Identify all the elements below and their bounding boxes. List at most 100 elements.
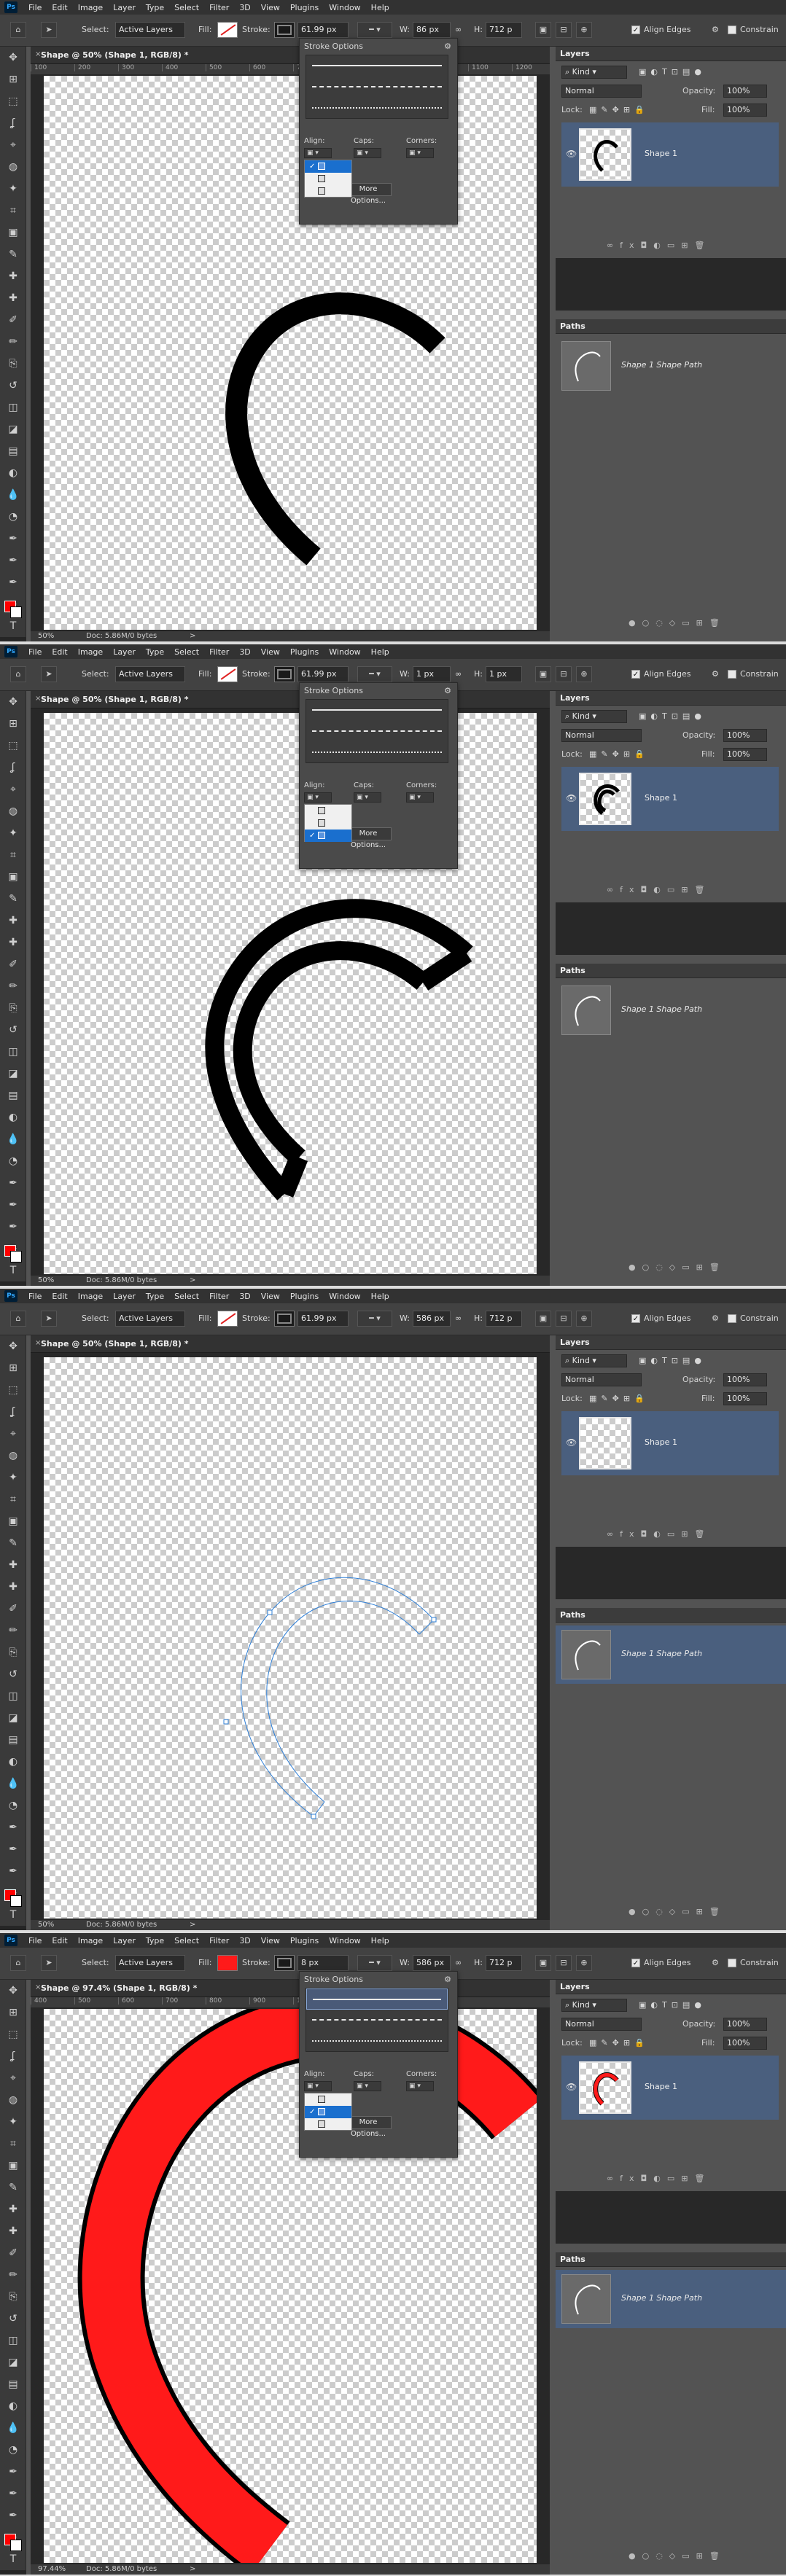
text-tool-icon[interactable]: T bbox=[0, 2548, 26, 2570]
eyedropper-tool-icon[interactable]: ✎ bbox=[0, 2177, 26, 2198]
bg-eraser-tool-icon[interactable]: ◪ bbox=[0, 1707, 26, 1729]
layer-filter-kind[interactable]: ⌕ Kind ▾ bbox=[561, 66, 627, 79]
stroke-type-dropdown[interactable]: ━ ▾ bbox=[357, 1955, 392, 1971]
layer-filter-kind[interactable]: ⌕ Kind ▾ bbox=[561, 1354, 627, 1367]
path-alignment-icon[interactable]: ⊟ bbox=[556, 1955, 572, 1971]
opacity-field[interactable]: 100% bbox=[723, 729, 767, 742]
pencil-tool-icon[interactable]: ✏ bbox=[0, 1620, 26, 1642]
crop-tool-icon[interactable]: ⌗ bbox=[0, 1488, 26, 1510]
menu-select[interactable]: Select bbox=[169, 1936, 204, 1945]
align-option-center[interactable] bbox=[305, 817, 351, 830]
frame-tool-icon[interactable]: ▣ bbox=[0, 2155, 26, 2177]
pen-tool-icon[interactable]: ✒ bbox=[0, 1816, 26, 1838]
dodge-tool-icon[interactable]: ◔ bbox=[0, 1795, 26, 1816]
home-icon[interactable]: ⌂ bbox=[10, 22, 26, 38]
menu-edit[interactable]: Edit bbox=[47, 1292, 72, 1301]
quick-select-tool-icon[interactable]: ◍ bbox=[0, 1445, 26, 1467]
menu-layer[interactable]: Layer bbox=[108, 1292, 141, 1301]
menu-type[interactable]: Type bbox=[141, 647, 169, 657]
eye-icon[interactable]: 👁 bbox=[566, 149, 577, 159]
lasso-tool-icon[interactable]: ʆ bbox=[0, 2045, 26, 2067]
menu-select[interactable]: Select bbox=[169, 3, 204, 12]
freeform-pen-tool-icon[interactable]: ✒ bbox=[0, 550, 26, 571]
menu-file[interactable]: File bbox=[23, 1936, 47, 1945]
align-edges-checkbox[interactable]: ✓ Align Edges bbox=[631, 1314, 691, 1323]
heal-tool-icon[interactable]: ✚ bbox=[0, 287, 26, 309]
paths-footer-icons[interactable]: ●○◌◇▭⊞🗑 bbox=[629, 618, 726, 628]
brush-tool-icon[interactable]: ✐ bbox=[0, 1598, 26, 1620]
lasso-tool-icon[interactable]: ʆ bbox=[0, 112, 26, 134]
clone-tool-icon[interactable]: ⎘ bbox=[0, 1642, 26, 1663]
eyedropper-tool-icon[interactable]: ✎ bbox=[0, 1532, 26, 1554]
opacity-field[interactable]: 100% bbox=[723, 1373, 767, 1386]
fill-opacity-field[interactable]: 100% bbox=[723, 1392, 767, 1405]
frame-tool-icon[interactable]: ▣ bbox=[0, 1510, 26, 1532]
blend-mode-dropdown[interactable]: Normal bbox=[561, 2018, 642, 2031]
width-field[interactable]: 1 px bbox=[413, 666, 451, 682]
heal-tool-icon[interactable]: ✚ bbox=[0, 1576, 26, 1598]
background-color-swatch[interactable] bbox=[10, 606, 22, 618]
dodge-tool-icon[interactable]: ◔ bbox=[0, 1150, 26, 1172]
spot-heal-tool-icon[interactable]: ✚ bbox=[0, 2198, 26, 2220]
freeform-pen-tool-icon[interactable]: ✒ bbox=[0, 1194, 26, 1216]
home-icon[interactable]: ⌂ bbox=[10, 1311, 26, 1327]
fill-swatch[interactable] bbox=[217, 1955, 238, 1971]
fill-swatch[interactable] bbox=[217, 22, 238, 38]
polygon-lasso-tool-icon[interactable]: ⌖ bbox=[0, 2067, 26, 2089]
clone-tool-icon[interactable]: ⎘ bbox=[0, 2286, 26, 2308]
menu-view[interactable]: View bbox=[256, 1292, 285, 1301]
path-select-icon[interactable]: ➤ bbox=[41, 666, 57, 682]
layer-row-shape-1[interactable]: 👁 Shape 1 bbox=[561, 2056, 779, 2120]
menu-window[interactable]: Window bbox=[324, 1936, 365, 1945]
layer-row-shape-1[interactable]: 👁 Shape 1 bbox=[561, 767, 779, 831]
status-arrow-icon[interactable]: > bbox=[190, 631, 195, 641]
heal-tool-icon[interactable]: ✚ bbox=[0, 2220, 26, 2242]
layer-filter-kind[interactable]: ⌕ Kind ▾ bbox=[561, 1999, 627, 2012]
text-tool-icon[interactable]: T bbox=[0, 1260, 26, 1281]
eraser-tool-icon[interactable]: ◫ bbox=[0, 2330, 26, 2351]
stroke-type-dropdown[interactable]: ━ ▾ bbox=[357, 666, 392, 682]
eye-icon[interactable]: 👁 bbox=[566, 793, 577, 803]
dashed-line-option[interactable] bbox=[306, 77, 448, 98]
menu-image[interactable]: Image bbox=[73, 647, 108, 657]
menu-view[interactable]: View bbox=[256, 647, 285, 657]
dodge-tool-icon[interactable]: ◔ bbox=[0, 506, 26, 528]
menu-help[interactable]: Help bbox=[366, 1292, 394, 1301]
artboard-tool-icon[interactable]: ⊞ bbox=[0, 713, 26, 735]
menu-select[interactable]: Select bbox=[169, 1292, 204, 1301]
history-brush-tool-icon[interactable]: ↺ bbox=[0, 1663, 26, 1685]
layers-footer-icons[interactable]: ∞fx◘◐▭⊞🗑 bbox=[607, 2174, 711, 2183]
path-arrangement-icon[interactable]: ⊕ bbox=[576, 1311, 592, 1327]
lock-icons[interactable]: ▦✎✥⊞🔒 bbox=[589, 2038, 649, 2048]
curvature-pen-tool-icon[interactable]: ✒ bbox=[0, 571, 26, 593]
background-color-swatch[interactable] bbox=[10, 2540, 22, 2551]
path-row-shape-1[interactable]: Shape 1 Shape Path bbox=[556, 2270, 786, 2328]
menu-edit[interactable]: Edit bbox=[47, 1936, 72, 1945]
bg-eraser-tool-icon[interactable]: ◪ bbox=[0, 2351, 26, 2373]
stroke-width-field[interactable]: 61.99 px bbox=[297, 22, 349, 38]
heal-tool-icon[interactable]: ✚ bbox=[0, 932, 26, 953]
caps-dropdown[interactable]: ▣ ▾ bbox=[354, 148, 381, 158]
constrain-checkbox[interactable]: Constrain bbox=[728, 1314, 779, 1323]
marquee-tool-icon[interactable]: ⬚ bbox=[0, 1379, 26, 1401]
fill-opacity-field[interactable]: 100% bbox=[723, 748, 767, 761]
gradient-tool-icon[interactable]: ▤ bbox=[0, 440, 26, 462]
paint-bucket-tool-icon[interactable]: ◐ bbox=[0, 1106, 26, 1128]
document-tab[interactable]: × Shape @ 50% (Shape 1, RGB/8) * bbox=[31, 1335, 550, 1353]
home-icon[interactable]: ⌂ bbox=[10, 1955, 26, 1971]
menu-filter[interactable]: Filter bbox=[204, 3, 234, 12]
freeform-pen-tool-icon[interactable]: ✒ bbox=[0, 2483, 26, 2505]
path-row-shape-1[interactable]: Shape 1 Shape Path bbox=[556, 981, 786, 1039]
fill-swatch[interactable] bbox=[217, 1311, 238, 1327]
menu-image[interactable]: Image bbox=[73, 3, 108, 12]
menu-filter[interactable]: Filter bbox=[204, 647, 234, 657]
align-dropdown[interactable]: ▣ ▾ bbox=[304, 148, 332, 158]
pen-tool-icon[interactable]: ✒ bbox=[0, 1172, 26, 1194]
brush-tool-icon[interactable]: ✐ bbox=[0, 309, 26, 331]
canvas[interactable] bbox=[44, 76, 537, 630]
path-arrangement-icon[interactable]: ⊕ bbox=[576, 1955, 592, 1971]
link-icon[interactable]: ∞ bbox=[455, 1958, 462, 1967]
height-field[interactable]: 1 px bbox=[486, 666, 522, 682]
quick-select-tool-icon[interactable]: ◍ bbox=[0, 800, 26, 822]
solid-line-option[interactable] bbox=[306, 55, 448, 77]
